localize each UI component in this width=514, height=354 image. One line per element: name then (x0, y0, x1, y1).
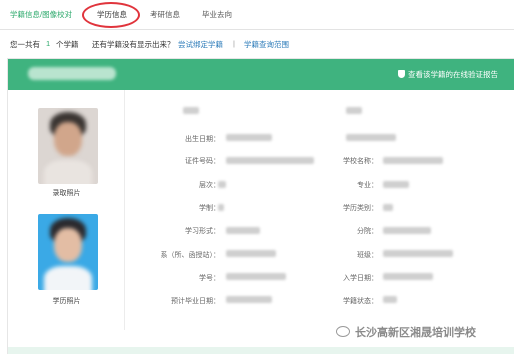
id-number-label: 证件号码： (185, 158, 220, 165)
next-section-bar (8, 347, 514, 354)
school-name-value-redacted (383, 157, 443, 164)
education-record-card: 查看该学籍的在线验证报告 录取照片 学历照片 出生日期： 证件号码： 层次： 学… (7, 58, 514, 354)
admission-photo-label: 录取照片 (52, 190, 81, 197)
class-label: 班级： (357, 252, 378, 259)
wechat-icon (336, 326, 350, 337)
watermark-text: 长沙高新区湘晟培训学校 (355, 327, 476, 339)
record-count-bar: 您一共有 1 个学籍 还有学籍没有显示出来？ 尝试绑定学籍 | 学籍查询范围 (0, 30, 514, 58)
shield-icon (398, 70, 405, 78)
tab-bar: 学籍信息/图像校对 学历信息 考研信息 毕业去向 (0, 0, 514, 30)
bind-record-link[interactable]: 尝试绑定学籍 (178, 39, 223, 50)
record-status-value-redacted (383, 296, 397, 303)
school-title-redacted (28, 67, 116, 80)
department-label: 系（所、函授站）： (160, 252, 221, 259)
missing-record-question: 还有学籍没有显示出来？ (92, 40, 175, 49)
level-label: 层次： (199, 182, 220, 189)
department-value-redacted (226, 250, 276, 257)
education-photo (38, 214, 98, 290)
major-label: 专业： (357, 182, 378, 189)
school-name-label: 学校名称： (343, 158, 378, 165)
tab-postgraduate-info[interactable]: 考研信息 (150, 9, 180, 20)
verify-report-link[interactable]: 查看该学籍的在线验证报告 (398, 69, 498, 80)
study-mode-label: 学习形式： (185, 228, 220, 235)
birth-date-label: 出生日期： (185, 136, 220, 143)
count-suffix: 个学籍 (56, 40, 79, 49)
class-value-redacted (383, 250, 453, 257)
record-status-label: 学籍状态： (343, 298, 378, 305)
education-type-value-redacted (383, 204, 393, 211)
enrollment-date-value-redacted (383, 273, 433, 280)
count-prefix: 您一共有 (10, 40, 40, 49)
verify-report-label: 查看该学籍的在线验证报告 (408, 70, 498, 79)
expected-graduation-value-redacted (226, 296, 272, 303)
student-number-label: 学号： (199, 275, 220, 282)
education-photo-label: 学历照片 (52, 298, 81, 305)
gender-redacted (346, 107, 362, 114)
watermark: 长沙高新区湘晟培训学校 (336, 324, 476, 340)
highlight-circle (82, 2, 140, 28)
enrollment-date-label: 入学日期： (343, 275, 378, 282)
link-separator: | (233, 39, 235, 48)
id-number-value-redacted (226, 157, 314, 164)
tab-graduation-destination[interactable]: 毕业去向 (202, 9, 232, 20)
admission-photo (38, 108, 98, 184)
expected-graduation-label: 预计毕业日期： (171, 298, 220, 305)
record-count: 1 (46, 39, 51, 48)
branch-label: 分院： (357, 228, 378, 235)
query-scope-link[interactable]: 学籍查询范围 (244, 39, 289, 50)
photo-column: 录取照片 学历照片 (8, 90, 125, 330)
duration-value-redacted (218, 204, 224, 211)
major-value-redacted (383, 181, 409, 188)
duration-label: 学制： (199, 205, 220, 212)
birth-date-value-redacted (226, 134, 272, 141)
student-number-value-redacted (226, 273, 286, 280)
branch-value-redacted (383, 227, 431, 234)
education-type-label: 学历类别： (343, 205, 378, 212)
top-right-value-redacted (346, 134, 396, 141)
level-value-redacted (218, 181, 226, 188)
tab-student-info[interactable]: 学籍信息/图像校对 (10, 9, 72, 20)
card-header: 查看该学籍的在线验证报告 (8, 59, 514, 90)
name-redacted (183, 107, 199, 114)
study-mode-value-redacted (226, 227, 260, 234)
